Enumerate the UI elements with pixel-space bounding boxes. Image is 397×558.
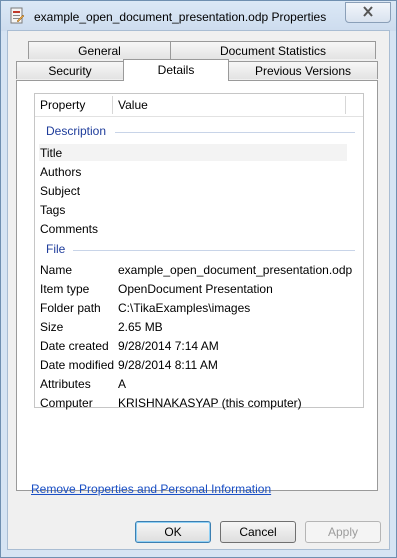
cancel-button[interactable]: Cancel <box>220 521 296 543</box>
row-value-name[interactable]: example_open_document_presentation.odp <box>118 263 352 277</box>
row-label-date-modified[interactable]: Date modified <box>40 358 114 372</box>
row-label-item-type[interactable]: Item type <box>40 282 89 296</box>
row-label-title[interactable]: Title <box>40 146 62 160</box>
row-label-tags[interactable]: Tags <box>40 203 65 217</box>
group-heading-description: Description <box>46 124 107 138</box>
selected-row-highlight <box>39 144 347 161</box>
tab-previous-versions[interactable]: Previous Versions <box>228 61 378 79</box>
details-tab-panel: Property Value Description Title Authors… <box>16 80 378 491</box>
group-heading-file: File <box>46 242 66 256</box>
close-button[interactable] <box>345 2 391 23</box>
row-value-computer[interactable]: KRISHNAKASYAP (this computer) <box>118 396 302 410</box>
row-label-computer[interactable]: Computer <box>40 396 93 410</box>
column-header-property[interactable]: Property <box>40 98 85 112</box>
close-icon <box>362 5 374 20</box>
row-label-authors[interactable]: Authors <box>40 165 81 179</box>
group-divider <box>115 132 355 133</box>
remove-properties-link[interactable]: Remove Properties and Personal Informati… <box>31 482 271 496</box>
row-value-size[interactable]: 2.65 MB <box>118 320 163 334</box>
row-label-size[interactable]: Size <box>40 320 63 334</box>
tab-details[interactable]: Details <box>123 59 229 81</box>
properties-list[interactable]: Property Value Description Title Authors… <box>34 93 364 410</box>
ok-button[interactable]: OK <box>135 521 211 543</box>
title-bar: example_open_document_presentation.odp P… <box>1 1 396 31</box>
document-properties-icon <box>9 7 25 25</box>
group-divider <box>73 250 355 251</box>
row-value-folder-path[interactable]: C:\TikaExamples\images <box>118 301 250 315</box>
row-label-name[interactable]: Name <box>40 263 72 277</box>
tab-document-statistics[interactable]: Document Statistics <box>170 41 376 59</box>
list-header: Property Value <box>35 94 363 117</box>
column-divider[interactable] <box>112 96 113 114</box>
row-label-attributes[interactable]: Attributes <box>40 377 91 391</box>
row-value-date-modified[interactable]: 9/28/2014 8:11 AM <box>118 358 218 372</box>
apply-button[interactable]: Apply <box>305 521 381 543</box>
row-label-comments[interactable]: Comments <box>40 222 98 236</box>
column-header-value[interactable]: Value <box>118 98 148 112</box>
row-value-attributes[interactable]: A <box>118 377 126 391</box>
row-label-subject[interactable]: Subject <box>40 184 80 198</box>
row-value-date-created[interactable]: 9/28/2014 7:14 AM <box>118 339 219 353</box>
row-label-date-created[interactable]: Date created <box>40 339 109 353</box>
column-divider[interactable] <box>345 96 346 114</box>
row-label-folder-path[interactable]: Folder path <box>40 301 101 315</box>
window-title: example_open_document_presentation.odp P… <box>34 10 327 24</box>
tab-security[interactable]: Security <box>16 61 124 79</box>
row-value-item-type[interactable]: OpenDocument Presentation <box>118 282 273 296</box>
tab-general[interactable]: General <box>28 41 171 59</box>
